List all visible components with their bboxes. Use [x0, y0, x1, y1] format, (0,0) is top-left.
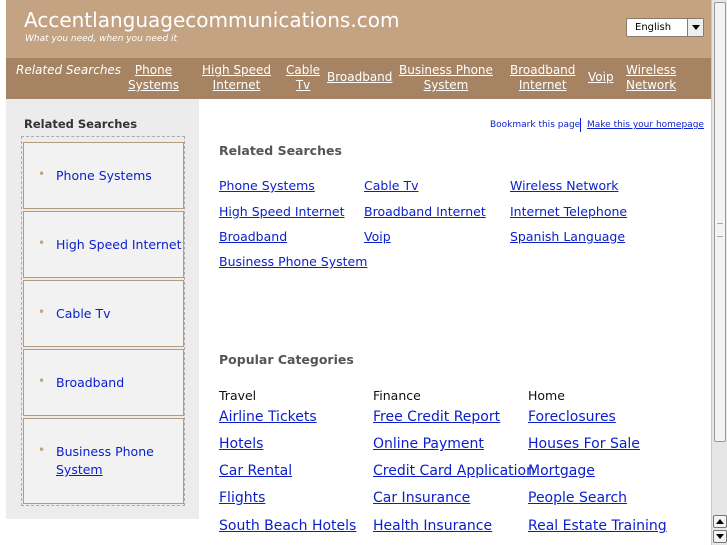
- sidebar-item-high-speed-internet[interactable]: • High Speed Internet: [23, 211, 184, 278]
- nav-link-high-speed-internet[interactable]: High Speed Internet: [202, 63, 271, 93]
- related-link[interactable]: Cable Tv: [364, 178, 419, 193]
- site-tagline: What you need, when you need it: [25, 34, 178, 44]
- related-link[interactable]: Internet Telephone: [510, 204, 627, 219]
- category-link[interactable]: Car Rental: [219, 463, 292, 479]
- category-link[interactable]: People Search: [528, 490, 627, 506]
- sidebar-link[interactable]: Phone Systems: [56, 167, 152, 185]
- nav-link-line: Business Phone: [399, 63, 493, 77]
- sidebar-item-cable-tv[interactable]: • Cable Tv: [23, 280, 184, 347]
- nav-link-line: High Speed: [202, 63, 272, 77]
- language-select[interactable]: English: [626, 18, 704, 37]
- nav-label: Related Searches: [16, 63, 122, 77]
- sidebar-link[interactable]: Broadband: [56, 374, 124, 392]
- bookmark-link[interactable]: Bookmark this page: [490, 120, 580, 130]
- category-link[interactable]: Foreclosures: [528, 409, 616, 425]
- related-link[interactable]: High Speed Internet: [219, 204, 345, 219]
- sidebar-item-broadband[interactable]: • Broadband: [23, 349, 184, 416]
- divider: [580, 118, 581, 132]
- sidebar: Related Searches • Phone Systems • High …: [6, 99, 199, 519]
- sidebar-link[interactable]: High Speed Internet: [56, 236, 182, 254]
- nav-link-line: Systems: [128, 78, 179, 92]
- scroll-down-arrow-icon[interactable]: [713, 530, 727, 543]
- site-header: Accentlanguagecommunications.com What yo…: [6, 0, 711, 58]
- category-link[interactable]: Airline Tickets: [219, 409, 317, 425]
- category-link[interactable]: Health Insurance: [373, 518, 492, 534]
- sidebar-link-line: Business Phone: [56, 444, 154, 459]
- related-link[interactable]: Phone Systems: [219, 178, 315, 193]
- nav-link-business-phone-system[interactable]: Business Phone System: [399, 63, 493, 93]
- nav-link-phone-systems[interactable]: Phone Systems: [128, 63, 179, 93]
- category-link[interactable]: Flights: [219, 490, 265, 506]
- nav-link-line: Broadband: [510, 63, 576, 77]
- sidebar-link[interactable]: Business Phone System: [56, 443, 154, 479]
- nav-link-line: Phone: [134, 63, 173, 77]
- nav-link-line: Tv: [295, 78, 311, 92]
- nav-link-line: Internet: [212, 78, 261, 92]
- category-link[interactable]: Houses For Sale: [528, 436, 640, 452]
- category-link[interactable]: Hotels: [219, 436, 263, 452]
- category-link[interactable]: Car Insurance: [373, 490, 470, 506]
- vertical-scrollbar[interactable]: [711, 0, 727, 545]
- nav-link-cable-tv[interactable]: Cable Tv: [286, 63, 320, 93]
- language-value: English: [635, 22, 672, 33]
- site-title[interactable]: Accentlanguagecommunications.com: [24, 8, 399, 32]
- nav-link-wireless-network[interactable]: Wireless Network: [626, 63, 676, 93]
- category-link[interactable]: Free Credit Report: [373, 409, 500, 425]
- bullet-icon: •: [38, 236, 46, 250]
- category-link[interactable]: South Beach Hotels: [219, 518, 356, 534]
- nav-link-broadband[interactable]: Broadband: [327, 70, 392, 85]
- main-content: Bookmark this page Make this your homepa…: [199, 99, 711, 545]
- bullet-icon: •: [38, 374, 46, 388]
- homepage-link[interactable]: Make this your homepage: [587, 120, 704, 130]
- category-link[interactable]: Real Estate Training: [528, 518, 667, 534]
- related-link[interactable]: Spanish Language: [510, 229, 625, 244]
- category-heading-travel: Travel: [219, 388, 257, 403]
- sidebar-link-line: System: [56, 462, 103, 477]
- nav-link-line: Broadband: [327, 70, 393, 84]
- sidebar-item-business-phone-system[interactable]: • Business Phone System: [23, 418, 184, 504]
- related-searches-title: Related Searches: [219, 143, 342, 158]
- category-heading-home: Home: [528, 388, 565, 403]
- category-heading-finance: Finance: [373, 388, 421, 403]
- sidebar-item-phone-systems[interactable]: • Phone Systems: [23, 142, 184, 209]
- nav-link-line: System: [423, 78, 469, 92]
- related-link[interactable]: Voip: [364, 229, 391, 244]
- related-link[interactable]: Wireless Network: [510, 178, 618, 193]
- nav-link-voip[interactable]: Voip: [588, 70, 614, 85]
- bullet-icon: •: [38, 167, 46, 181]
- related-link[interactable]: Broadband Internet: [364, 204, 486, 219]
- grip-icon: [717, 223, 723, 237]
- nav-link-line: Network: [626, 78, 677, 92]
- related-link[interactable]: Business Phone System: [219, 254, 367, 269]
- scroll-up-arrow-icon[interactable]: [713, 515, 727, 528]
- bullet-icon: •: [38, 305, 46, 319]
- chevron-down-icon[interactable]: [687, 19, 703, 36]
- category-link[interactable]: Online Payment: [373, 436, 484, 452]
- nav-link-line: Internet: [518, 78, 567, 92]
- scrollbar-thumb[interactable]: [714, 2, 726, 442]
- popular-categories-title: Popular Categories: [219, 352, 354, 367]
- nav-link-line: Cable: [286, 63, 321, 77]
- category-link[interactable]: Credit Card Application: [373, 463, 535, 479]
- nav-link-line: Wireless: [626, 63, 677, 77]
- sidebar-link[interactable]: Cable Tv: [56, 305, 111, 323]
- bullet-icon: •: [38, 443, 46, 457]
- sidebar-title: Related Searches: [24, 117, 138, 131]
- related-link[interactable]: Broadband: [219, 229, 287, 244]
- nav-link-broadband-internet[interactable]: Broadband Internet: [510, 63, 575, 93]
- top-nav: Related Searches Phone Systems High Speed…: [6, 58, 711, 99]
- nav-link-line: Voip: [588, 70, 614, 84]
- category-link[interactable]: Mortgage: [528, 463, 595, 479]
